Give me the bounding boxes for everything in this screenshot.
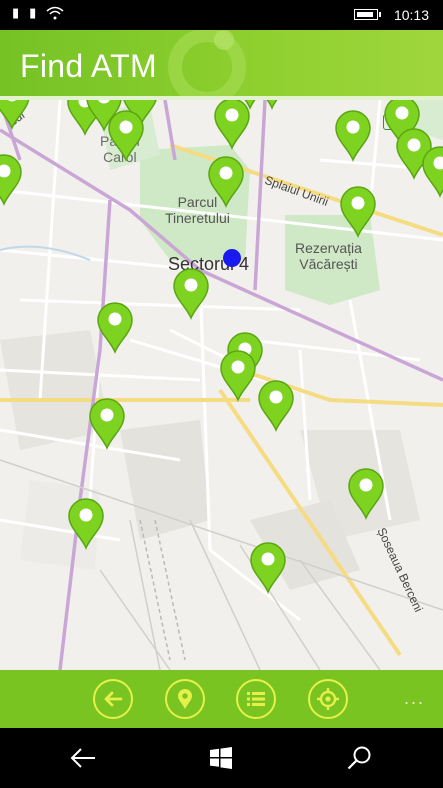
atm-pin[interactable] xyxy=(0,154,23,206)
atm-pin[interactable] xyxy=(421,146,443,198)
atm-pin[interactable] xyxy=(257,380,295,432)
nav-start-button[interactable] xyxy=(206,743,236,773)
atm-pin[interactable] xyxy=(253,100,291,110)
locate-me-icon xyxy=(317,688,339,710)
page-title: Find ATM xyxy=(20,48,157,84)
back-icon xyxy=(104,691,123,707)
app-logo-icon xyxy=(168,30,246,100)
map-pins-button[interactable] xyxy=(165,679,205,719)
atm-pin[interactable] xyxy=(96,302,134,354)
atm-pin[interactable] xyxy=(207,156,245,208)
windows-start-icon xyxy=(210,747,232,769)
current-location-dot xyxy=(223,249,241,267)
status-icons: ▮ ▮ xyxy=(12,6,64,24)
atm-pin[interactable] xyxy=(334,110,372,162)
location-pin-icon xyxy=(178,689,192,709)
nav-search-button[interactable] xyxy=(344,743,374,773)
sim-2-icon: ▮ xyxy=(29,6,37,21)
search-icon xyxy=(347,746,371,770)
nav-back-button[interactable] xyxy=(68,743,98,773)
battery-icon xyxy=(354,9,381,20)
atm-pin[interactable] xyxy=(347,468,385,520)
wifi-icon xyxy=(46,6,64,24)
system-nav-bar xyxy=(0,728,443,788)
back-button[interactable] xyxy=(93,679,133,719)
more-options-button[interactable]: ... xyxy=(404,688,425,709)
app-header: Find ATM xyxy=(0,30,443,100)
atm-pin[interactable] xyxy=(172,268,210,320)
list-view-button[interactable] xyxy=(236,679,276,719)
app-bar: ... xyxy=(0,670,443,728)
atm-pin[interactable] xyxy=(88,398,126,450)
clock: 10:13 xyxy=(393,7,429,23)
locate-me-button[interactable] xyxy=(308,679,348,719)
atm-pin[interactable] xyxy=(67,498,105,550)
list-icon xyxy=(247,692,265,706)
atm-pin[interactable] xyxy=(0,100,31,130)
atm-pin[interactable] xyxy=(219,350,257,402)
sim-1-icon: ▮ xyxy=(12,6,20,21)
map-label-reserve: Rezervația Văcărești xyxy=(295,240,362,272)
back-arrow-icon xyxy=(70,748,95,768)
atm-pin[interactable] xyxy=(249,542,287,594)
status-bar: ▮ ▮ 10:13 xyxy=(0,0,443,30)
map-view[interactable]: Parcul Carol Parcul Tineretului Rezervaț… xyxy=(0,100,443,670)
atm-pin[interactable] xyxy=(107,110,145,162)
atm-pin[interactable] xyxy=(339,186,377,238)
